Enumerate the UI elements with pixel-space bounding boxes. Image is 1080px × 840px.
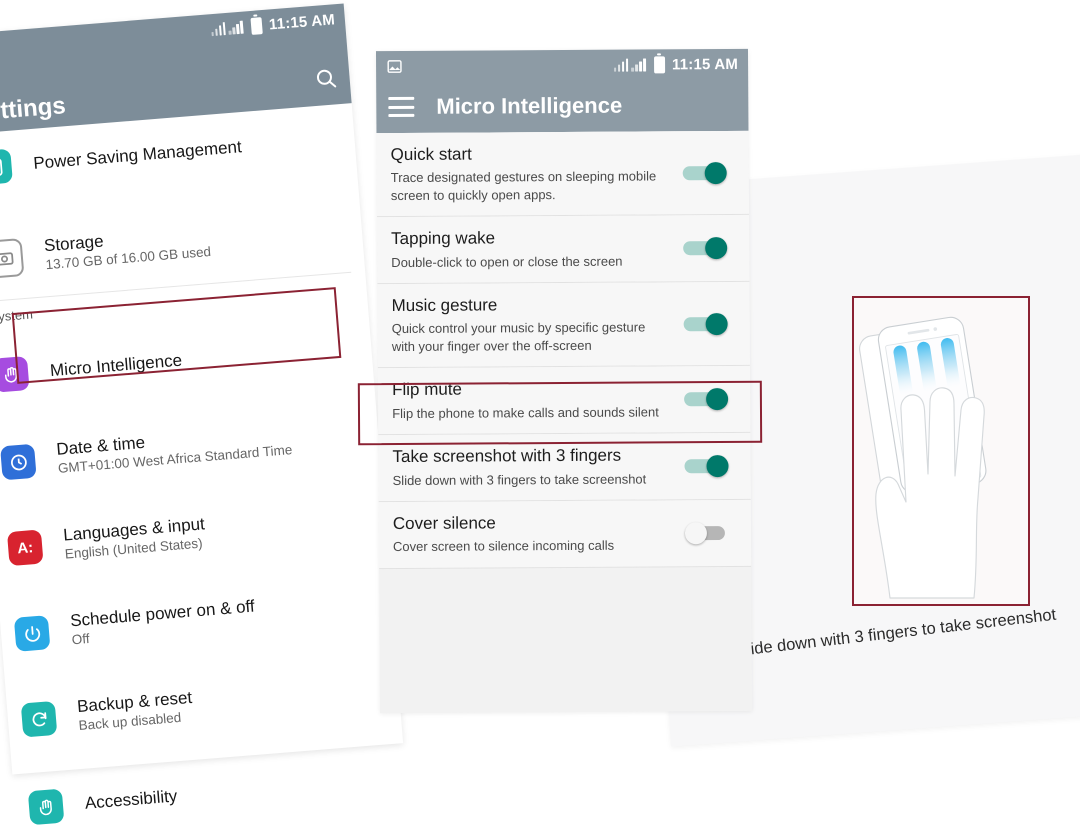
preference-title: Music gesture (391, 295, 498, 316)
preference-subtitle: Quick control your music by specific ges… (391, 319, 646, 354)
language-icon: A: (6, 529, 44, 567)
settings-row-title: Accessibility (84, 786, 178, 813)
preference-title: Quick start (390, 144, 472, 165)
settings-row-schedule-power[interactable]: Schedule power on & off Off (0, 570, 395, 671)
micro-status-bar: 11:15 AM (376, 49, 748, 81)
settings-row-accessibility[interactable]: Accessibility (12, 743, 408, 840)
toggle-take-screenshot-3-fingers[interactable] (684, 455, 729, 478)
preference-row-quick-start[interactable]: Quick start Trace designated gestures on… (376, 130, 749, 218)
preference-list: Quick start Trace designated gestures on… (376, 130, 752, 570)
preference-title: Cover silence (392, 513, 496, 534)
settings-row-date-time[interactable]: Date & time GMT+01:00 West Africa Standa… (0, 398, 381, 499)
micro-chrome: 11:15 AM Micro Intelligence (375, 48, 749, 134)
preference-subtitle: Flip the phone to make calls and sounds … (392, 404, 659, 421)
settings-list: Power Saving Management Storage 13.70 GB… (0, 103, 409, 840)
preference-row-music-gesture[interactable]: Music gesture Quick control your music b… (377, 282, 750, 369)
preference-title: Tapping wake (391, 228, 496, 249)
three-finger-swipe-illustration (852, 296, 1030, 606)
preference-row-cover-silence[interactable]: Cover silence Cover screen to silence in… (378, 499, 752, 570)
preference-row-take-screenshot-3-fingers[interactable]: Take screenshot with 3 fingers Slide dow… (378, 433, 751, 503)
toggle-music-gesture[interactable] (683, 312, 728, 335)
preference-row-tapping-wake[interactable]: Tapping wake Double-click to open or clo… (376, 215, 750, 285)
signal-bars-icon (614, 57, 647, 72)
micro-intelligence-screen-panel: 11:15 AM Micro Intelligence Quick start … (375, 48, 753, 714)
settings-title: Settings (0, 92, 67, 127)
preference-subtitle: Double-click to open or close the screen (391, 253, 623, 270)
screenshot-image-icon (386, 57, 403, 74)
power-icon (13, 615, 51, 652)
settings-row-title: Storage (43, 231, 105, 256)
clock-icon (0, 443, 37, 481)
settings-row-subtitle: Off (71, 631, 91, 648)
preference-title: Take screenshot with 3 fingers (392, 445, 622, 467)
settings-row-title: Schedule power on & off (69, 596, 256, 631)
toggle-flip-mute[interactable] (684, 388, 729, 411)
settings-status-time: 11:15 AM (268, 10, 336, 34)
storage-icon (0, 238, 25, 279)
accessibility-icon (27, 788, 65, 826)
preference-title: Flip mute (391, 380, 463, 400)
hamburger-menu-icon[interactable] (388, 96, 415, 118)
toggle-quick-start[interactable] (682, 161, 727, 184)
micro-status-time: 11:15 AM (671, 55, 739, 73)
search-icon[interactable] (313, 65, 339, 96)
backup-icon (20, 700, 58, 738)
settings-row-backup-reset[interactable]: Backup & reset Back up disabled (5, 655, 401, 756)
power-saving-icon (0, 148, 13, 186)
settings-screen-panel: 11:15 AM Settings Power Saving Managemen… (0, 3, 404, 826)
preference-subtitle: Slide down with 3 fingers to take screen… (392, 471, 647, 488)
settings-row-title: Micro Intelligence (49, 350, 183, 380)
sidebar-item-micro-intelligence[interactable]: Micro Intelligence (0, 310, 374, 411)
battery-icon (250, 16, 263, 35)
settings-row-languages-input[interactable]: A: Languages & input English (United Sta… (0, 484, 388, 585)
screenshot-canvas: Slide down with 3 fingers to take screen… (0, 0, 1080, 840)
battery-icon (653, 55, 666, 73)
micro-app-bar: Micro Intelligence (376, 79, 748, 133)
page-title: Micro Intelligence (436, 92, 623, 119)
hand-gesture-icon (0, 356, 30, 393)
settings-row-title: Power Saving Management (32, 136, 243, 173)
signal-bars-icon (211, 20, 244, 37)
preference-subtitle: Cover screen to silence incoming calls (392, 538, 615, 555)
toggle-tapping-wake[interactable] (683, 237, 728, 260)
preference-subtitle: Trace designated gestures on sleeping mo… (390, 168, 657, 203)
preference-row-flip-mute[interactable]: Flip mute Flip the phone to make calls a… (377, 366, 751, 436)
toggle-cover-silence[interactable] (684, 522, 729, 545)
